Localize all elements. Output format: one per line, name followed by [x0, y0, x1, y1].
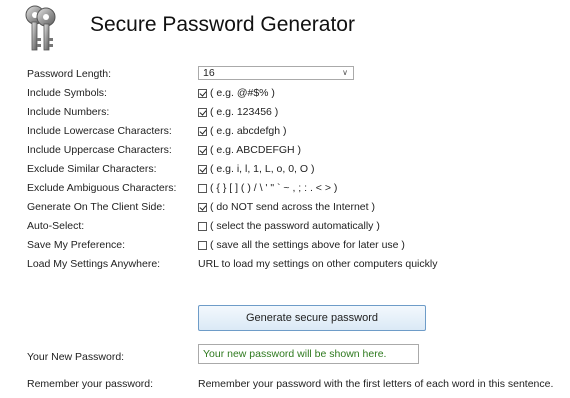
- option-value: ( e.g. 123456 ): [198, 106, 278, 118]
- remember-label: Remember your password:: [27, 378, 154, 390]
- remember-row: Remember your password: Remember your pa…: [27, 376, 567, 394]
- option-value: ( e.g. i, l, 1, L, o, 0, O ): [198, 163, 314, 175]
- option-row: Include Numbers: ( e.g. 123456 ): [27, 104, 567, 122]
- page-title: Secure Password Generator: [90, 13, 355, 36]
- option-description: ( save all the settings above for later …: [210, 239, 405, 251]
- generate-password-button[interactable]: Generate secure password: [198, 305, 426, 331]
- new-password-label: Your New Password:: [27, 351, 125, 363]
- option-description: ( e.g. @#$% ): [210, 87, 275, 99]
- option-checkbox[interactable]: [198, 221, 207, 231]
- option-description: ( e.g. i, l, 1, L, o, 0, O ): [210, 163, 315, 175]
- option-row: Include Lowercase Characters: ( e.g. abcd…: [27, 123, 567, 141]
- option-checkbox[interactable]: [198, 164, 207, 174]
- remember-sentence: Remember your password with the first le…: [198, 378, 554, 390]
- option-checkbox[interactable]: [198, 183, 207, 193]
- chevron-down-icon: ∨: [342, 68, 348, 77]
- option-description: ( { } [ ] ( ) / \ ' " ` ~ , ; : . < > ): [210, 182, 338, 194]
- keys-logo-icon: [22, 4, 60, 54]
- option-row: Generate On The Client Side: ( do NOT sen…: [27, 199, 567, 217]
- option-label: Exclude Similar Characters:: [27, 163, 157, 175]
- option-row: Save My Preference: ( save all the settin…: [27, 237, 567, 255]
- option-label: Password Length:: [27, 68, 112, 80]
- option-checkbox[interactable]: [198, 126, 207, 136]
- option-checkbox[interactable]: [198, 107, 207, 117]
- option-description: ( e.g. abcdefgh ): [210, 125, 287, 137]
- option-row: Exclude Ambiguous Characters: ( { } [ ] (…: [27, 180, 567, 198]
- option-label: Generate On The Client Side:: [27, 201, 166, 213]
- option-value: URL to load my settings on other compute…: [198, 258, 437, 270]
- option-row: Include Uppercase Characters: ( e.g. ABCD…: [27, 142, 567, 160]
- option-label: Load My Settings Anywhere:: [27, 258, 161, 270]
- option-row: Password Length: 16 ∨: [27, 66, 567, 84]
- password-length-select[interactable]: 16 ∨: [198, 66, 354, 80]
- option-value: ( do NOT send across the Internet ): [198, 201, 375, 213]
- option-description: ( e.g. ABCDEFGH ): [210, 144, 302, 156]
- new-password-field[interactable]: Your new password will be shown here.: [198, 344, 419, 364]
- option-value: ( { } [ ] ( ) / \ ' " ` ~ , ; : . < > ): [198, 182, 337, 194]
- option-checkbox[interactable]: [198, 88, 207, 98]
- option-description: ( select the password automatically ): [210, 220, 380, 232]
- option-description: ( e.g. 123456 ): [210, 106, 279, 118]
- header: Secure Password Generator: [20, 4, 560, 54]
- option-value: ( e.g. abcdefgh ): [198, 125, 286, 137]
- option-value: ( select the password automatically ): [198, 220, 380, 232]
- option-label: Include Uppercase Characters:: [27, 144, 172, 156]
- option-label: Save My Preference:: [27, 239, 126, 251]
- option-checkbox[interactable]: [198, 240, 207, 250]
- option-checkbox[interactable]: [198, 202, 207, 212]
- option-value: ( save all the settings above for later …: [198, 239, 405, 251]
- option-label: Include Numbers:: [27, 106, 110, 118]
- password-length-value: 16: [203, 67, 215, 79]
- option-value: ( e.g. @#$% ): [198, 87, 275, 99]
- option-label: Exclude Ambiguous Characters:: [27, 182, 177, 194]
- option-row: Load My Settings Anywhere: URL to load my…: [27, 256, 567, 274]
- option-checkbox[interactable]: [198, 145, 207, 155]
- option-description: ( do NOT send across the Internet ): [210, 201, 375, 213]
- option-label: Auto-Select:: [27, 220, 85, 232]
- option-label: Include Lowercase Characters:: [27, 125, 172, 137]
- option-row: Exclude Similar Characters: ( e.g. i, l, …: [27, 161, 567, 179]
- option-value: ( e.g. ABCDEFGH ): [198, 144, 301, 156]
- option-row: Include Symbols: ( e.g. @#$% ): [27, 85, 567, 103]
- option-description: URL to load my settings on other compute…: [198, 258, 438, 270]
- option-label: Include Symbols:: [27, 87, 107, 99]
- option-row: Auto-Select: ( select the password automa…: [27, 218, 567, 236]
